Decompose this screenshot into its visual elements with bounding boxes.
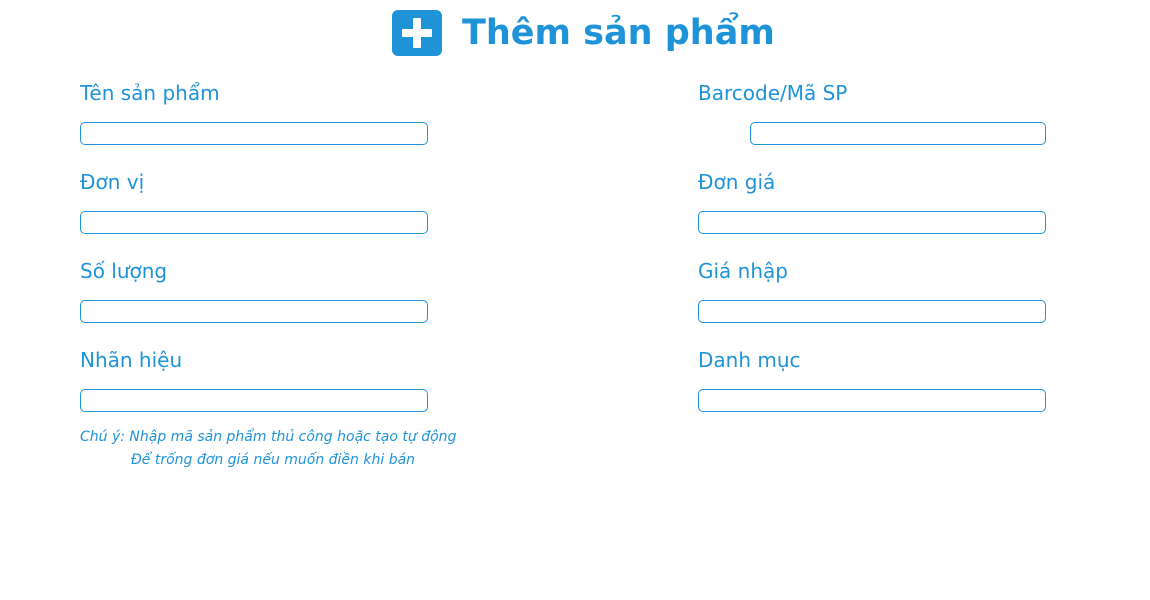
unit-price-input[interactable] — [698, 211, 1046, 234]
import-price-label: Giá nhập — [698, 259, 788, 283]
quantity-label: Số lượng — [80, 259, 168, 283]
product-name-label: Tên sản phẩm — [80, 81, 220, 105]
unit-label: Đơn vị — [80, 170, 145, 194]
note-line-2: Để trống đơn giá nếu muốn điền khi bán — [130, 452, 416, 468]
page-title: Thêm sản phẩm — [462, 13, 775, 53]
add-product-form-page: Thêm sản phẩm Tên sản phẩm Đơn vị Số lượ… — [0, 0, 1150, 600]
note-line-1: Chú ý: Nhập mã sản phẩm thủ công hoặc tạ… — [80, 429, 457, 445]
category-input[interactable] — [698, 389, 1046, 412]
category-label: Danh mục — [698, 348, 801, 372]
unit-input[interactable] — [80, 211, 428, 234]
brand-label: Nhãn hiệu — [80, 348, 183, 372]
unit-price-label: Đơn giá — [698, 170, 776, 194]
plus-icon — [392, 10, 442, 56]
brand-input[interactable] — [80, 389, 428, 412]
product-name-input[interactable] — [80, 122, 428, 145]
barcode-input[interactable] — [750, 122, 1046, 145]
barcode-label: Barcode/Mã SP — [698, 81, 848, 105]
import-price-input[interactable] — [698, 300, 1046, 323]
form-header: Thêm sản phẩm — [392, 10, 775, 56]
quantity-input[interactable] — [80, 300, 428, 323]
